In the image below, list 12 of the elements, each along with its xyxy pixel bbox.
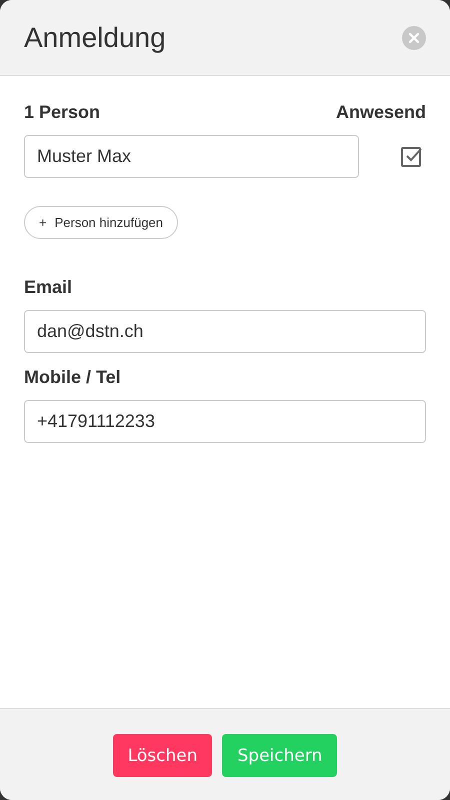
input-field[interactable]: dan@dstn.ch — [24, 310, 426, 353]
close-icon — [409, 32, 419, 42]
name-field[interactable]: Muster Max — [24, 135, 359, 178]
attendance-checkbox[interactable] — [400, 144, 424, 168]
person-heading: 1 Person — [24, 102, 100, 123]
delete-button[interactable]: Löschen — [112, 734, 212, 777]
input-field[interactable]: +41791112233 — [24, 400, 426, 443]
field-label: Mobile / Tel — [24, 367, 122, 388]
attendance-heading: Anwesend — [336, 102, 426, 123]
modal-title: Anmeldung — [24, 22, 166, 54]
field-label: Email — [24, 277, 74, 298]
add-person-button[interactable]: + Person hinzufügen — [24, 206, 178, 239]
